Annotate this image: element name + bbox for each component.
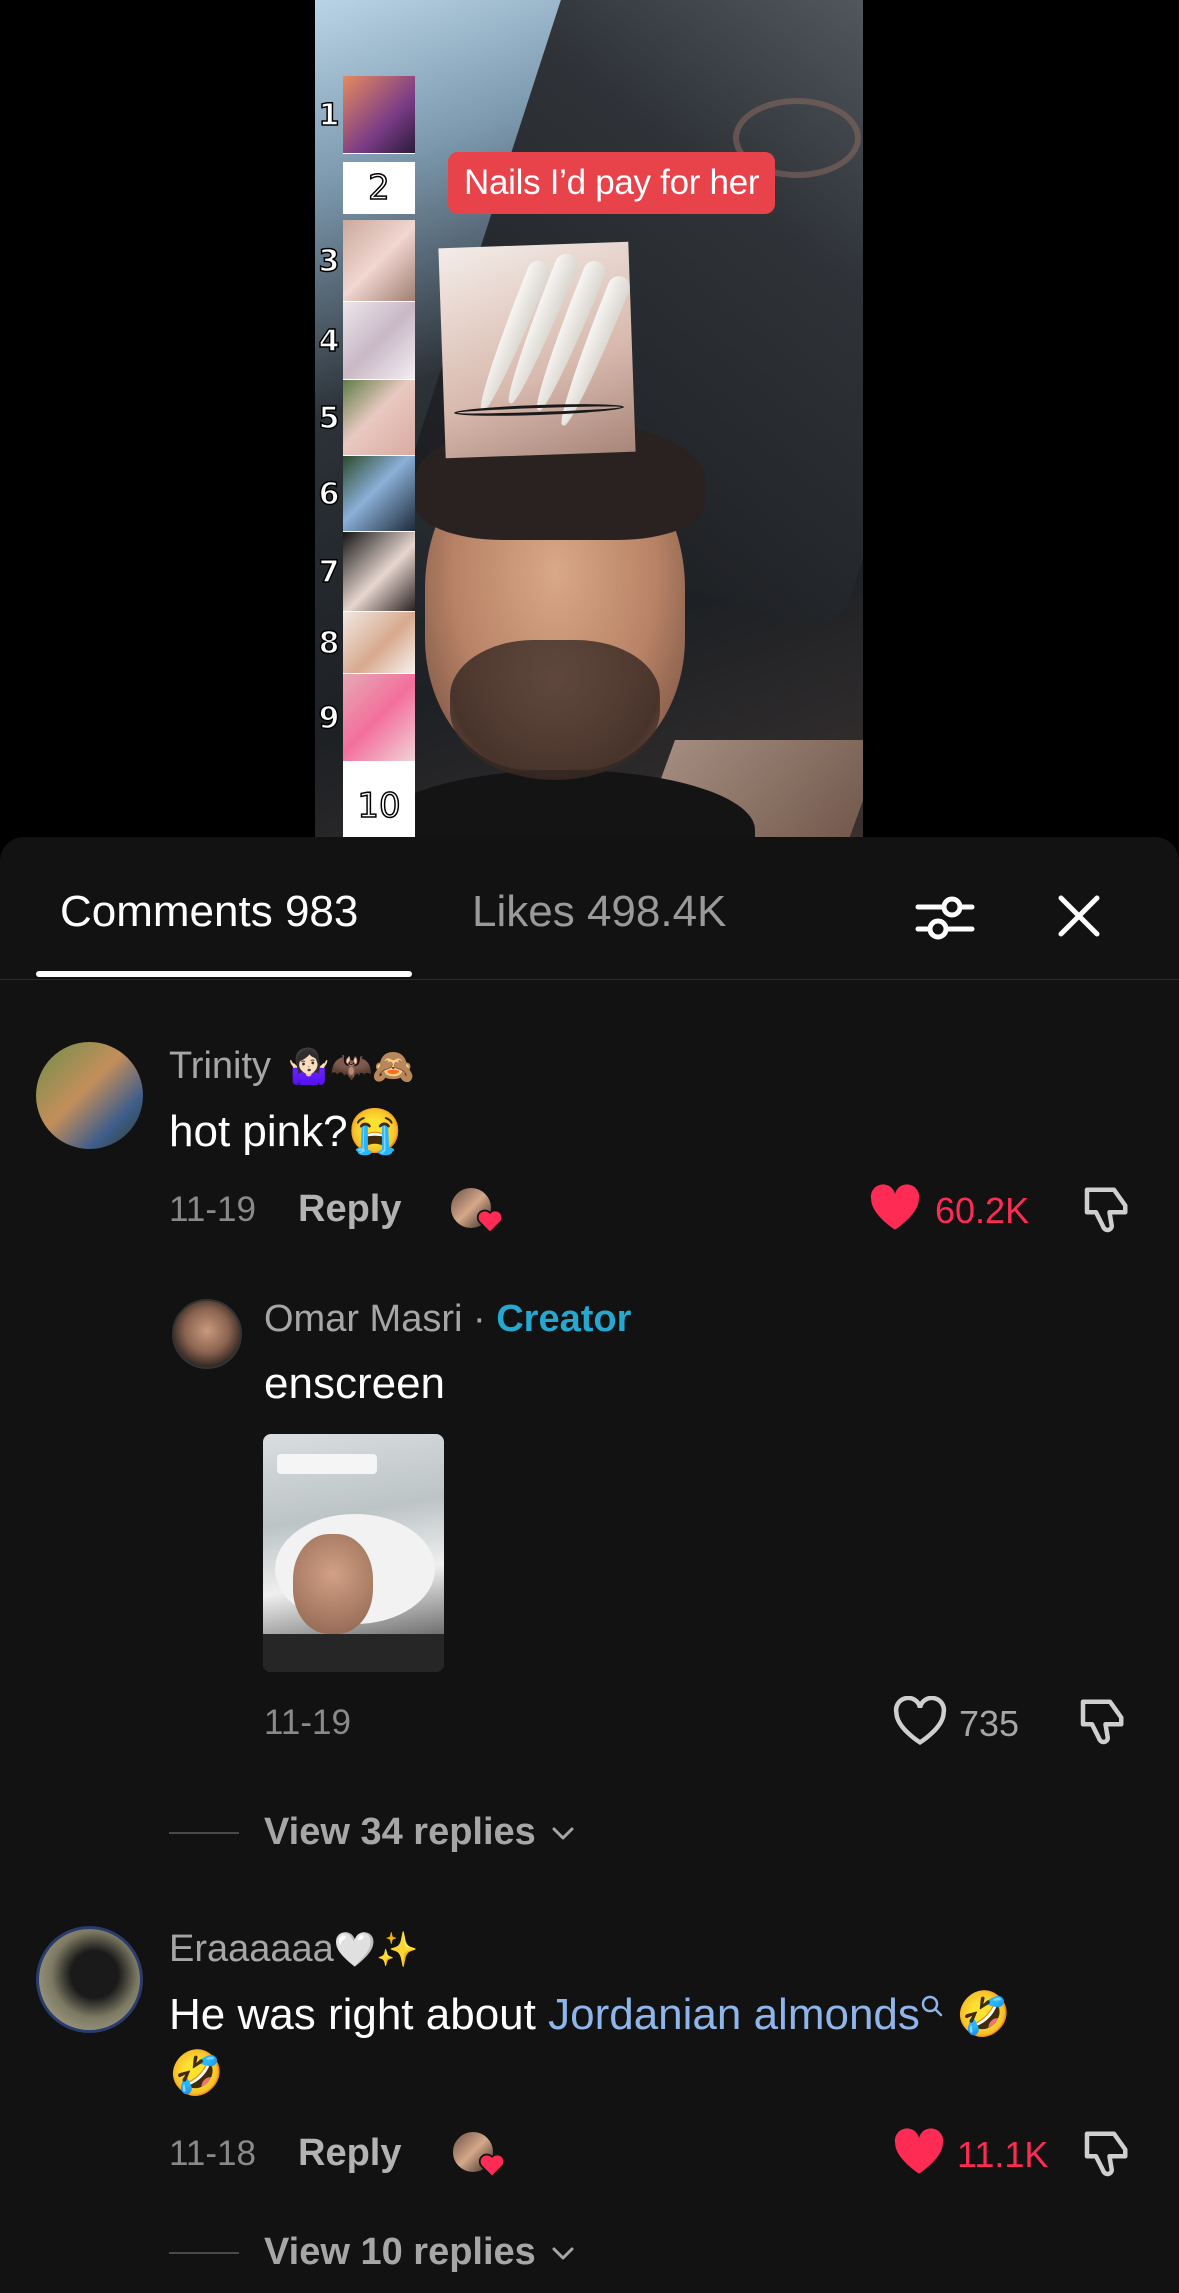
comment-text: hot pink?😭 xyxy=(169,1107,403,1156)
tab-likes[interactable]: Likes 498.4K xyxy=(472,887,726,937)
comment-username[interactable]: Trinity 🤷🏻‍♀️🦇🙈 xyxy=(169,1045,415,1088)
like-count: 735 xyxy=(959,1703,1020,1744)
rank-row: 7 xyxy=(315,532,415,612)
thumbs-down-icon xyxy=(1080,1699,1124,1745)
avatar[interactable] xyxy=(172,1299,242,1369)
nail-thumbnail xyxy=(343,674,415,762)
view-replies-label: View 34 replies xyxy=(264,1811,536,1853)
heart-icon xyxy=(478,2153,506,2178)
reply-username[interactable]: Omar Masri · Creator xyxy=(264,1298,631,1341)
close-button[interactable] xyxy=(1046,883,1112,949)
dislike-button[interactable] xyxy=(1078,2127,1132,2186)
rank-number: 4 xyxy=(318,323,340,360)
sliders-icon xyxy=(915,896,975,940)
rank-number: 3 xyxy=(318,243,340,280)
like-button[interactable] xyxy=(893,2128,945,2181)
comments-sheet: Comments 983 Likes 498.4K Trinity 🤷🏻‍♀️🦇… xyxy=(0,837,1179,2293)
thumbnail-quote-sticker xyxy=(277,1454,377,1474)
nail-thumbnail xyxy=(343,532,415,612)
username-emoji: 🤷🏻‍♀️🦇🙈 xyxy=(287,1048,415,1086)
comment-text: He was right about Jordanian almonds 🤣 xyxy=(169,1988,1011,2040)
username-emoji: 🤍✨ xyxy=(333,1931,419,1969)
comment-date: 11-19 xyxy=(169,1190,256,1229)
comment-emoji: 🤣 xyxy=(943,1990,1011,2039)
reply-button[interactable]: Reply xyxy=(298,1188,401,1231)
reply-video-thumbnail[interactable] xyxy=(263,1434,444,1672)
like-count: 11.1K xyxy=(957,2134,1049,2175)
video-frame[interactable]: 1 2 3 4 5 6 7 8 9 10 Nails I’d pay for h… xyxy=(315,0,863,850)
comment-text-line2: 🤣 xyxy=(169,2049,224,2098)
rank-row: 1 xyxy=(315,76,415,154)
active-tab-indicator xyxy=(36,971,412,977)
creator-badge: Creator xyxy=(496,1298,632,1340)
view-replies-button[interactable]: View 34 replies xyxy=(264,1811,576,1854)
username-text: Eraaaaaa xyxy=(169,1928,334,1970)
thumbs-down-icon xyxy=(1084,1187,1128,1233)
comments-tab-bar: Comments 983 Likes 498.4K xyxy=(0,837,1179,980)
dislike-button[interactable] xyxy=(1074,1695,1128,1754)
avatar[interactable] xyxy=(36,1042,143,1149)
like-button[interactable] xyxy=(893,1695,947,1751)
nail-thumbnail xyxy=(343,456,415,532)
thumbs-down-icon xyxy=(1084,2131,1128,2177)
comment-username[interactable]: Eraaaaaa🤍✨ xyxy=(169,1928,418,1971)
nail-thumbnail xyxy=(343,380,415,456)
heart-filled-icon xyxy=(894,2128,944,2174)
video-caption: Nails I’d pay for her xyxy=(448,152,776,214)
ranking-strip: 1 2 3 4 5 6 7 8 9 10 xyxy=(315,76,415,850)
rank-row: 8 xyxy=(315,612,415,674)
close-icon xyxy=(1058,895,1100,937)
nail-thumbnail xyxy=(343,612,415,674)
reply-text: enscreen xyxy=(264,1359,446,1408)
reply-button[interactable]: Reply xyxy=(298,2132,401,2175)
separator-dot: · xyxy=(462,1298,497,1340)
comment-date: 11-18 xyxy=(169,2134,256,2173)
nail-thumbnail xyxy=(343,220,415,302)
rank-number: 2 xyxy=(343,162,415,214)
rank-row: 6 xyxy=(315,456,415,532)
heart-filled-icon xyxy=(870,1184,920,1230)
person-beard xyxy=(450,640,660,780)
chevron-down-icon xyxy=(552,2247,574,2260)
chevron-down-icon xyxy=(552,1827,574,1840)
username-text: Trinity xyxy=(169,1045,272,1087)
video-player[interactable]: 1 2 3 4 5 6 7 8 9 10 Nails I’d pay for h… xyxy=(0,0,1179,850)
search-link[interactable]: Jordanian almonds xyxy=(548,1990,920,2039)
rank-number: 9 xyxy=(318,700,340,737)
reply-date: 11-19 xyxy=(264,1703,351,1742)
rank-row: 2 xyxy=(315,162,415,214)
rank-row: 5 xyxy=(315,380,415,456)
rank-number: 8 xyxy=(318,625,340,662)
nail-photo-overlay xyxy=(438,241,636,459)
filter-button[interactable] xyxy=(912,885,978,951)
tab-comments[interactable]: Comments 983 xyxy=(60,887,358,937)
rank-row: 4 xyxy=(315,302,415,380)
like-count: 60.2K xyxy=(935,1190,1030,1231)
rank-number: 1 xyxy=(318,97,340,134)
heart-icon xyxy=(476,1209,504,1234)
rank-number: 7 xyxy=(318,554,340,591)
dislike-button[interactable] xyxy=(1078,1183,1132,1242)
replies-divider xyxy=(169,1832,239,1834)
rank-number: 6 xyxy=(318,476,340,513)
rank-row: 3 xyxy=(315,220,415,302)
comment-text-part: He was right about xyxy=(169,1990,549,2039)
username-text: Omar Masri xyxy=(264,1298,463,1340)
search-icon xyxy=(921,1995,943,2017)
creator-liked-badge xyxy=(451,2130,507,2180)
creator-liked-badge xyxy=(449,1186,505,1236)
like-button[interactable] xyxy=(869,1184,921,1237)
thumbnail-face xyxy=(293,1534,373,1634)
thumbnail-shirt xyxy=(263,1634,444,1672)
nail-thumbnail xyxy=(343,76,415,154)
view-replies-button[interactable]: View 10 replies xyxy=(264,2231,576,2274)
view-replies-label: View 10 replies xyxy=(264,2231,536,2273)
rank-number: 5 xyxy=(318,400,340,437)
heart-outline-icon xyxy=(893,1695,947,1746)
avatar[interactable] xyxy=(36,1926,143,2033)
replies-divider xyxy=(169,2252,239,2254)
nail-thumbnail xyxy=(343,302,415,380)
rank-row: 9 xyxy=(315,674,415,762)
